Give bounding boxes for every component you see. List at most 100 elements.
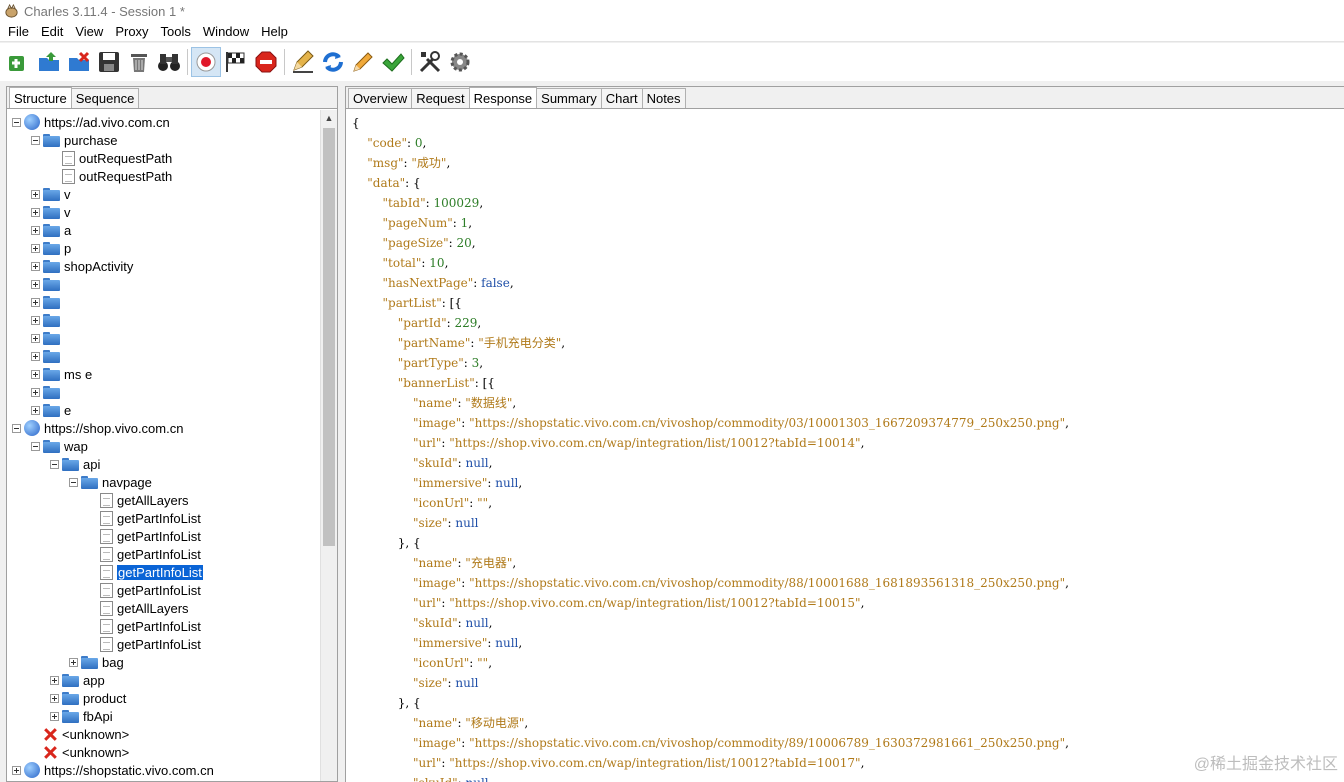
collapse-icon[interactable] xyxy=(69,477,78,487)
find-button[interactable] xyxy=(154,47,184,77)
tree-node[interactable]: v xyxy=(31,203,71,221)
tab-structure[interactable]: Structure xyxy=(9,87,72,108)
menu-window[interactable]: Window xyxy=(197,24,255,39)
tree-node[interactable] xyxy=(31,383,64,401)
tab-request[interactable]: Request xyxy=(411,88,470,108)
json-token: "size" xyxy=(413,676,448,690)
collapse-icon[interactable] xyxy=(12,423,21,433)
tree-node[interactable]: getAllLayers xyxy=(88,599,189,617)
menu-file[interactable]: File xyxy=(2,24,35,39)
tree-node[interactable]: bag xyxy=(69,653,124,671)
menu-view[interactable]: View xyxy=(69,24,109,39)
expand-icon[interactable] xyxy=(31,369,40,379)
tree-node[interactable]: fbApi xyxy=(50,707,113,725)
expand-icon[interactable] xyxy=(31,189,40,199)
expand-icon[interactable] xyxy=(31,243,40,253)
tree-node[interactable]: getPartInfoList xyxy=(88,527,201,545)
expand-icon[interactable] xyxy=(31,315,40,325)
tree-node-label: ms e xyxy=(64,366,93,382)
tree-node[interactable]: <unknown> xyxy=(31,743,129,761)
tree-node[interactable]: wap xyxy=(31,437,88,455)
breakpoints-button[interactable] xyxy=(251,47,281,77)
new-session-button[interactable] xyxy=(4,47,34,77)
tree-node[interactable]: api xyxy=(50,455,100,473)
expand-icon[interactable] xyxy=(31,261,40,271)
tree-node[interactable]: getPartInfoList xyxy=(88,509,201,527)
tree-node[interactable]: navpage xyxy=(69,473,152,491)
json-token: , xyxy=(488,456,493,470)
tree-node[interactable]: https://ad.vivo.com.cn xyxy=(12,113,170,131)
tree-node[interactable]: getAllLayers xyxy=(88,491,189,509)
tree-scrollbar[interactable]: ▲ xyxy=(320,110,337,781)
tree-node[interactable] xyxy=(31,329,64,347)
validate-button[interactable] xyxy=(378,47,408,77)
tree-node[interactable]: getPartInfoList xyxy=(88,635,201,653)
menu-tools[interactable]: Tools xyxy=(155,24,197,39)
tree-node[interactable]: a xyxy=(31,221,71,239)
tree-node[interactable]: https://shop.vivo.com.cn xyxy=(12,419,183,437)
scroll-thumb[interactable] xyxy=(323,128,335,546)
tree-node[interactable]: purchase xyxy=(31,131,117,149)
tree-node[interactable]: getPartInfoList xyxy=(88,617,201,635)
expand-icon[interactable] xyxy=(50,693,59,703)
json-token: { xyxy=(352,116,360,130)
tree-node[interactable]: <unknown> xyxy=(31,725,129,743)
tree-node[interactable]: outRequestPath xyxy=(50,149,172,167)
collapse-icon[interactable] xyxy=(12,117,21,127)
expand-icon[interactable] xyxy=(31,225,40,235)
menu-edit[interactable]: Edit xyxy=(35,24,69,39)
tab-sequence[interactable]: Sequence xyxy=(70,88,140,108)
expand-icon[interactable] xyxy=(31,207,40,217)
tree-node[interactable]: e xyxy=(31,401,71,419)
expand-icon[interactable] xyxy=(50,675,59,685)
menu-proxy[interactable]: Proxy xyxy=(109,24,154,39)
collapse-icon[interactable] xyxy=(31,441,40,451)
menu-help[interactable]: Help xyxy=(255,24,294,39)
tree-node[interactable]: shopActivity xyxy=(31,257,133,275)
tree-node[interactable] xyxy=(31,275,64,293)
expand-icon[interactable] xyxy=(31,297,40,307)
tree-node[interactable]: getPartInfoList xyxy=(88,545,201,563)
edit-button[interactable] xyxy=(348,47,378,77)
tree-node[interactable]: product xyxy=(50,689,126,707)
save-button[interactable] xyxy=(94,47,124,77)
expand-icon[interactable] xyxy=(69,657,78,667)
tree-node[interactable] xyxy=(31,311,64,329)
expand-icon[interactable] xyxy=(31,351,40,361)
expand-icon[interactable] xyxy=(50,711,59,721)
tree-node[interactable]: ms e xyxy=(31,365,92,383)
tree-node[interactable]: getPartInfoList xyxy=(88,563,203,581)
throttle-button[interactable] xyxy=(221,47,251,77)
collapse-icon[interactable] xyxy=(50,459,59,469)
settings-button[interactable] xyxy=(445,47,475,77)
tree-node[interactable] xyxy=(31,347,64,365)
tree-node-label: https://ad.vivo.com.cn xyxy=(44,114,170,130)
tree-node[interactable]: app xyxy=(50,671,105,689)
tree-node-label: getPartInfoList xyxy=(117,618,201,634)
expand-icon[interactable] xyxy=(31,387,40,397)
tab-chart[interactable]: Chart xyxy=(600,88,643,108)
tab-notes[interactable]: Notes xyxy=(641,88,686,108)
expand-icon[interactable] xyxy=(12,765,21,775)
expand-icon[interactable] xyxy=(31,333,40,343)
tab-summary[interactable]: Summary xyxy=(536,88,602,108)
tree-node[interactable]: https://shopstatic.vivo.com.cn xyxy=(12,761,214,779)
scroll-up-icon[interactable]: ▲ xyxy=(321,110,337,126)
tab-overview[interactable]: Overview xyxy=(348,88,413,108)
open-session-button[interactable] xyxy=(34,47,64,77)
record-button[interactable] xyxy=(191,47,221,77)
tree-node[interactable] xyxy=(31,293,64,311)
tree-node[interactable]: outRequestPath xyxy=(50,167,172,185)
tree-node[interactable]: v xyxy=(31,185,71,203)
expand-icon[interactable] xyxy=(31,405,40,415)
clear-button[interactable] xyxy=(124,47,154,77)
tree-node[interactable]: p xyxy=(31,239,71,257)
expand-icon[interactable] xyxy=(31,279,40,289)
tab-response[interactable]: Response xyxy=(468,87,538,108)
repeat-button[interactable] xyxy=(318,47,348,77)
tools-button[interactable] xyxy=(415,47,445,77)
close-session-button[interactable] xyxy=(64,47,94,77)
collapse-icon[interactable] xyxy=(31,135,40,145)
tree-node[interactable]: getPartInfoList xyxy=(88,581,201,599)
compose-button[interactable] xyxy=(288,47,318,77)
